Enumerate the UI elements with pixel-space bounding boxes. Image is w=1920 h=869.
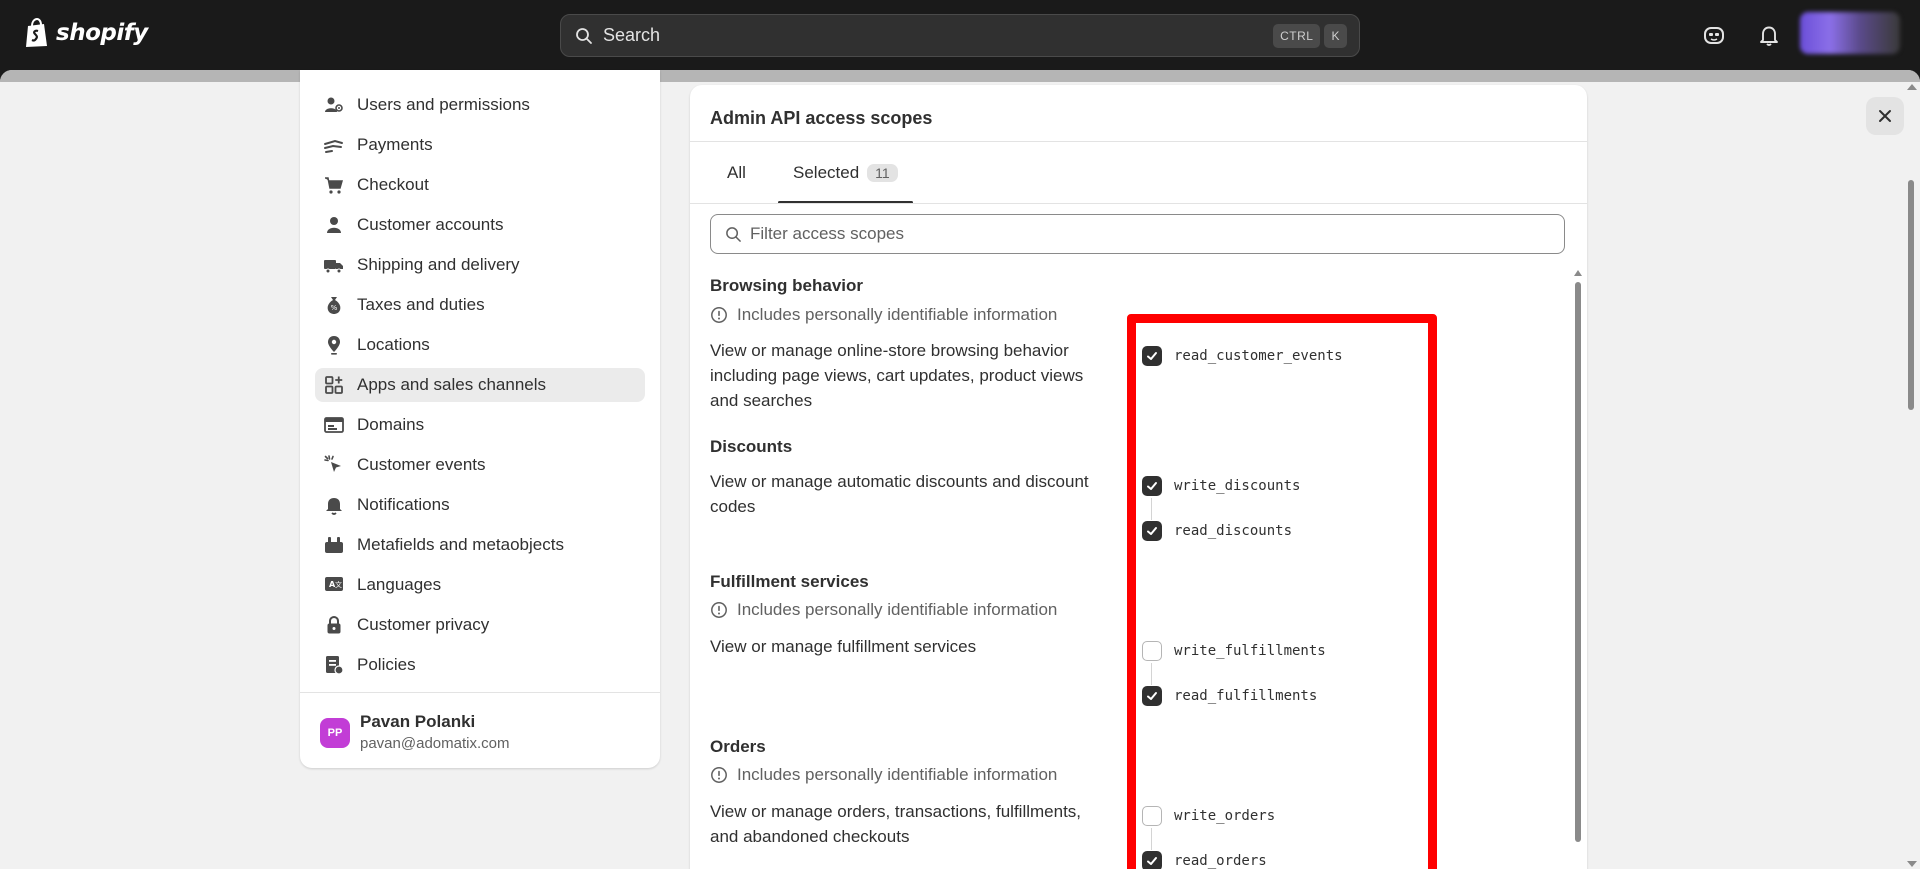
nav-item-domains[interactable]: Domains	[315, 408, 645, 442]
location-icon	[328, 336, 340, 355]
settings-nav: Users and permissions Payments Checkout …	[300, 70, 660, 768]
nav-item-languages[interactable]: A 文 Languages	[315, 568, 645, 602]
truck-icon	[324, 260, 343, 274]
metafields-icon	[325, 537, 343, 553]
user-name: Pavan Polanki	[360, 712, 476, 731]
shortcut-key: CTRL	[1273, 24, 1321, 48]
tax-icon: %	[327, 297, 341, 314]
section-title-browsing-behavior: Browsing behavior	[710, 276, 864, 295]
page-header-strip	[0, 70, 1920, 82]
sidekick-icon[interactable]	[1701, 22, 1727, 48]
shortcut-key: K	[1324, 24, 1347, 48]
bell-icon[interactable]	[1756, 22, 1782, 48]
info-icon	[711, 767, 727, 783]
apps-icon	[325, 376, 343, 394]
divider	[690, 141, 1587, 142]
nav-item-taxes-and-duties[interactable]: % Taxes and duties	[315, 288, 645, 322]
nav-item-shipping-and-delivery[interactable]: Shipping and delivery	[315, 248, 645, 282]
shortcut-hint: CTRL K	[1273, 24, 1347, 48]
pii-notice: Includes personally identifiable informa…	[710, 600, 1057, 620]
nav-item-policies[interactable]: Policies	[315, 648, 645, 682]
nav-item-customer-privacy[interactable]: Customer privacy	[315, 608, 645, 642]
nav-item-customer-accounts[interactable]: Customer accounts	[315, 208, 645, 242]
divider	[690, 203, 1587, 204]
policies-icon	[326, 656, 344, 675]
scroll-down-arrow[interactable]	[1907, 861, 1917, 867]
nav-item-payments[interactable]: Payments	[315, 128, 645, 162]
nav-item-apps-and-sales-channels[interactable]: Apps and sales channels	[315, 368, 645, 402]
lock-icon	[327, 615, 341, 634]
page-scrollbar[interactable]	[1904, 82, 1920, 869]
tab-all[interactable]: All	[727, 163, 746, 183]
nav-item-users-and-permissions[interactable]: Users and permissions	[315, 88, 645, 122]
section-description: View or manage fulfillment services	[710, 637, 977, 656]
section-description: View or manage automatic discounts and d…	[710, 472, 1089, 516]
payments-icon	[324, 139, 343, 153]
pii-notice: Includes personally identifiable informa…	[710, 765, 1057, 785]
nav-item-customer-events[interactable]: Customer events	[315, 448, 645, 482]
search-icon	[576, 27, 592, 44]
account-avatar[interactable]	[1800, 12, 1900, 54]
logo-text: shopify	[56, 20, 148, 46]
selected-count-badge: 11	[867, 164, 898, 182]
section-description: View or manage online-store browsing beh…	[710, 341, 1084, 410]
section-title-discounts: Discounts	[710, 437, 793, 456]
pii-notice: Includes personally identifiable informa…	[710, 305, 1057, 325]
info-icon	[711, 602, 727, 618]
nav-item-metafields-and-metaobjects[interactable]: Metafields and metaobjects	[315, 528, 645, 562]
tab-selected-label: Selected	[793, 163, 860, 182]
bell-icon	[326, 498, 342, 515]
person-icon	[327, 217, 341, 233]
nav-divider	[300, 692, 660, 693]
close-button[interactable]	[1866, 97, 1904, 135]
panel-title: Admin API access scopes	[710, 108, 933, 128]
highlight-box	[1127, 314, 1437, 869]
svg-text:%: %	[331, 304, 338, 312]
section-description: View or manage orders, transactions, ful…	[710, 802, 1082, 846]
close-icon	[1879, 110, 1891, 122]
cursor-click-icon	[324, 455, 341, 472]
shopify-logo[interactable]: shopify	[24, 18, 148, 48]
top-bar: shopify Search CTRL K	[0, 0, 1920, 70]
user-avatar[interactable]: PP	[320, 718, 350, 748]
shopify-bag-icon	[26, 18, 47, 47]
scroll-thumb[interactable]	[1908, 180, 1914, 410]
scroll-up-arrow[interactable]	[1574, 270, 1582, 276]
filter-field[interactable]	[710, 214, 1565, 254]
languages-icon: A 文	[325, 577, 343, 591]
users-icon	[325, 97, 343, 112]
user-email: pavan@adomatix.com	[360, 735, 510, 752]
scroll-thumb[interactable]	[1575, 282, 1581, 842]
tab-selected[interactable]: Selected 11	[793, 163, 898, 183]
info-icon	[711, 307, 727, 323]
search-icon	[726, 226, 741, 242]
filter-access-scopes-input[interactable]	[750, 224, 1550, 244]
domains-icon	[324, 417, 344, 433]
svg-text:文: 文	[335, 580, 342, 589]
nav-item-notifications[interactable]: Notifications	[315, 488, 645, 522]
search-bar[interactable]: Search CTRL K	[560, 14, 1360, 57]
section-title-orders: Orders	[710, 737, 766, 756]
scroll-up-arrow[interactable]	[1907, 84, 1917, 90]
cart-icon	[325, 177, 343, 194]
nav-item-checkout[interactable]: Checkout	[315, 168, 645, 202]
nav-item-locations[interactable]: Locations	[315, 328, 645, 362]
section-title-fulfillment-services: Fulfillment services	[710, 572, 869, 591]
search-label: Search	[603, 25, 661, 45]
scopes-scrollbar[interactable]	[1574, 270, 1582, 869]
